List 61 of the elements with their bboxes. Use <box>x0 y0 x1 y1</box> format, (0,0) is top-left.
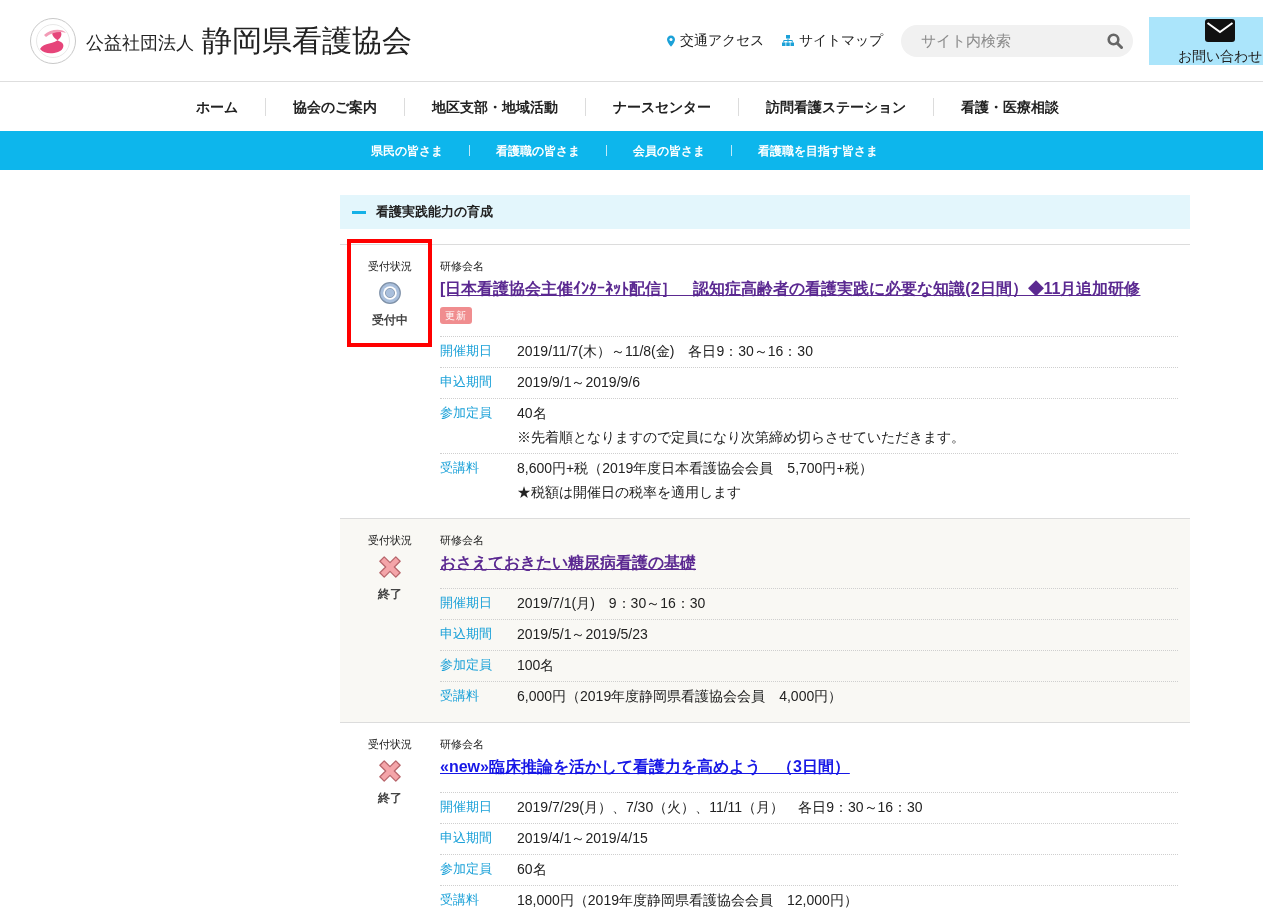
course-title-link[interactable]: «new»臨床推論を活かして看護力を高めよう （3日間） <box>440 754 850 780</box>
org-type: 公益社団法人 <box>86 32 194 54</box>
detail-label: 受講料 <box>440 891 480 909</box>
search-icon[interactable] <box>1107 32 1123 49</box>
status-text: 受付中 <box>372 312 408 328</box>
header-link[interactable]: 交通アクセス <box>667 31 764 50</box>
envelope-icon <box>1204 18 1235 42</box>
course-title-link[interactable]: おさえておきたい糖尿病看護の基礎 <box>440 550 696 576</box>
status-label: 受付状況 <box>368 533 412 548</box>
section-header[interactable]: 看護実践能力の育成 <box>340 195 1190 229</box>
cross-icon <box>379 760 401 782</box>
detail-label: 参加定員 <box>440 860 493 878</box>
detail-label: 開催期日 <box>440 342 493 360</box>
detail-value: 8,600円+税（2019年度日本看護協会会員 5,700円+税） <box>517 459 873 477</box>
cross-icon <box>379 556 401 578</box>
detail-label: 受講料 <box>440 459 480 477</box>
nav-link[interactable]: 看護・医療相談 <box>934 96 1086 117</box>
detail-value: ※先着順となりますので定員になり次第締め切らさせていただきます。 <box>517 428 965 446</box>
course-title-link[interactable]: [日本看護協会主催ｲﾝﾀｰﾈｯﾄ配信］ 認知症高齢者の看護実践に必要な知識(2日間）◆11月追加研修 <box>440 276 1141 302</box>
detail-label: 申込期間 <box>440 829 493 847</box>
nav-link[interactable]: 地区支部・地域活動 <box>405 96 585 117</box>
status-label: 受付状況 <box>368 259 412 274</box>
sitemap-icon <box>782 35 794 46</box>
header-link[interactable]: サイトマップ <box>782 31 883 50</box>
update-badge: 更新 <box>440 307 472 324</box>
detail-value: 60名 <box>517 860 547 878</box>
detail-value: 2019/9/1～2019/9/6 <box>517 373 640 391</box>
map-pin-icon <box>667 34 675 47</box>
nav-link[interactable]: ホーム <box>169 96 265 117</box>
search-field[interactable]: サイト内検索 <box>901 24 1133 57</box>
detail-value: 40名 <box>517 404 548 422</box>
contact-button[interactable]: お問い合わせ <box>1149 16 1263 65</box>
detail-label: 申込期間 <box>440 373 493 391</box>
nav-link[interactable]: ナースセンター <box>586 96 738 117</box>
org-name: 静岡県看護協会 <box>202 22 412 59</box>
detail-value: ★税額は開催日の税率を適用します <box>517 483 742 501</box>
detail-value: 6,000円（2019年度静岡県看護協会会員 4,000円） <box>517 687 843 705</box>
detail-label: 参加定員 <box>440 656 493 674</box>
section-title: 看護実践能力の育成 <box>376 203 493 221</box>
logo-icon[interactable] <box>30 17 76 64</box>
detail-value: 2019/11/7(木）～11/8(金) 各日9：30～16：30 <box>517 342 813 360</box>
detail-value: 2019/7/29(月）、7/30（火）、11/11（月） 各日9：30～16：30 <box>517 798 923 816</box>
detail-label: 受講料 <box>440 687 480 705</box>
detail-value: 2019/5/1～2019/5/23 <box>517 625 648 643</box>
detail-label: 申込期間 <box>440 625 493 643</box>
detail-label: 開催期日 <box>440 798 493 816</box>
status-text: 終了 <box>378 790 402 806</box>
detail-value: 18,000円（2019年度静岡県看護協会会員 12,000円） <box>517 891 858 909</box>
status-text: 終了 <box>378 586 402 602</box>
detail-value: 2019/7/1(月) 9：30～16：30 <box>517 594 706 612</box>
course-name-label: 研修会名 <box>440 533 485 548</box>
course-name-label: 研修会名 <box>440 259 485 274</box>
detail-label: 開催期日 <box>440 594 493 612</box>
course-name-label: 研修会名 <box>440 737 485 752</box>
nav-link[interactable]: 協会のご案内 <box>266 96 404 117</box>
detail-value: 2019/4/1～2019/4/15 <box>517 829 648 847</box>
detail-label: 参加定員 <box>440 404 493 422</box>
status-label: 受付状況 <box>368 737 412 752</box>
nav-link[interactable]: 訪問看護ステーション <box>739 96 933 117</box>
detail-value: 100名 <box>517 656 555 674</box>
ring-icon <box>379 282 401 304</box>
